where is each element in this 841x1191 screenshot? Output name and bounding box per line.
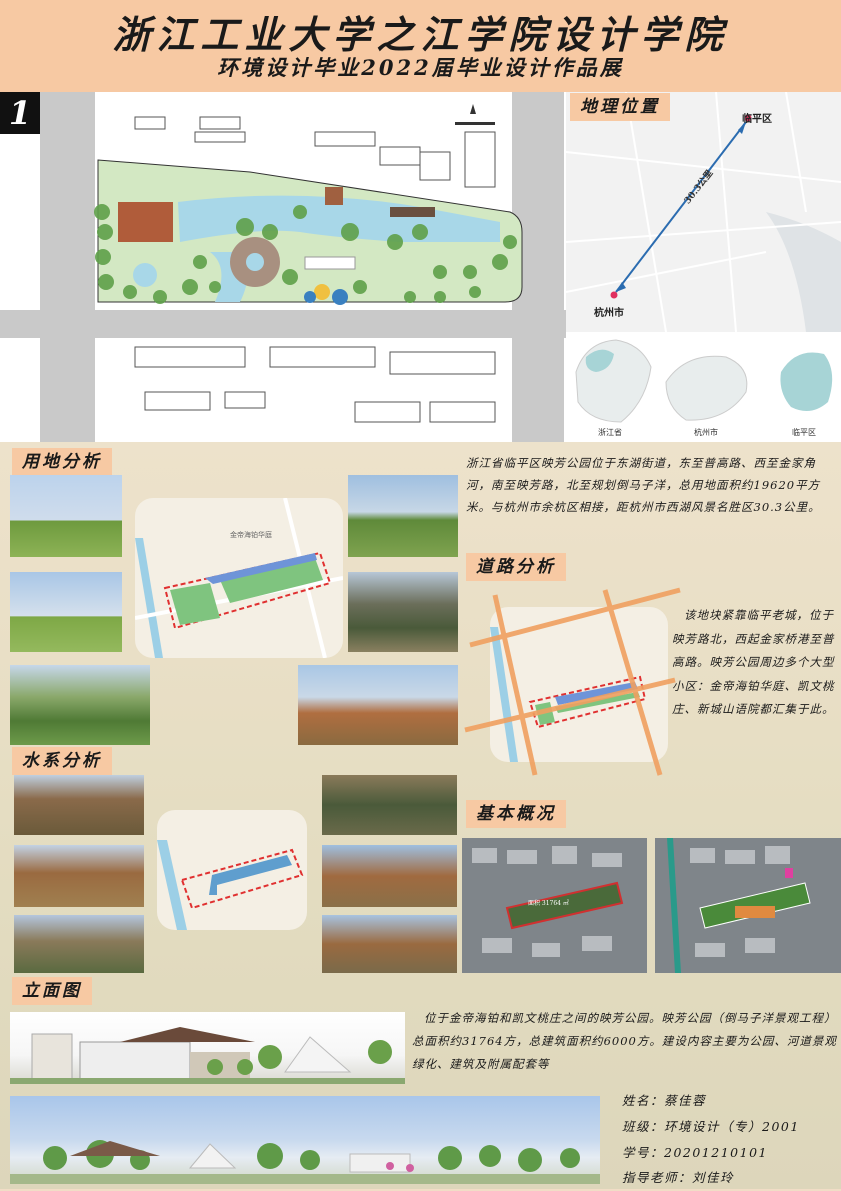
location-map bbox=[565, 91, 841, 333]
road-analysis-text: 该地块紧靠临平老城，位于映芳路北，西起金家桥港至普高路。映芳公园周边多个大型小区… bbox=[672, 608, 835, 716]
elevation-render-1 bbox=[10, 1012, 405, 1084]
land-analysis-map bbox=[135, 498, 343, 658]
region-maps-drawing bbox=[575, 339, 833, 423]
map-label-linping: 临平区 bbox=[742, 114, 772, 125]
section-label-road: 道路分析 bbox=[466, 553, 566, 581]
elevation-render-2 bbox=[10, 1096, 600, 1184]
elevation-drawing-1 bbox=[10, 1027, 405, 1084]
aerial-map-2 bbox=[655, 838, 841, 973]
region-caption-province: 浙江省 bbox=[598, 428, 622, 437]
elevation-drawing-2 bbox=[10, 1140, 600, 1184]
water-photo-1 bbox=[14, 775, 144, 835]
area-tag: 面积 31764 ㎡ bbox=[528, 900, 569, 907]
student-name: 姓名：蔡佳蓉 bbox=[622, 1093, 707, 1108]
region-caption-district: 临平区 bbox=[792, 428, 816, 437]
page-subtitle: 环境设计毕业2022届毕业设计作品展 bbox=[217, 55, 624, 80]
site-photo-6 bbox=[298, 665, 458, 745]
section-label-location: 地理位置 bbox=[570, 93, 670, 121]
section-label-elevation: 立面图 bbox=[12, 977, 92, 1005]
site-photo-5 bbox=[348, 572, 458, 652]
map-label-hangzhou: 杭州市 bbox=[594, 308, 624, 319]
section-label-water: 水系分析 bbox=[12, 747, 112, 775]
land-analysis-text: 浙江省临平区映芳公园位于东湖街道，东至普高路、西至金家角河，南至映芳路，北至规划… bbox=[466, 456, 821, 514]
location-map-drawing bbox=[565, 91, 841, 333]
advisor: 指导老师：刘佳玲 bbox=[622, 1170, 735, 1185]
land-map-drawing bbox=[135, 498, 343, 658]
water-analysis-map bbox=[157, 810, 307, 930]
water-photo-4 bbox=[322, 775, 457, 835]
site-photo-2 bbox=[10, 572, 122, 652]
aerial-drawing-2 bbox=[655, 838, 841, 973]
water-photo-5 bbox=[322, 845, 457, 907]
site-plan-drawing bbox=[0, 92, 566, 442]
water-map-drawing bbox=[157, 840, 304, 930]
water-photo-6 bbox=[322, 915, 457, 973]
elevation-text: 位于金帝海铂和凯文桃庄之间的映芳公园。映芳公园（倒马子洋景观工程）总面积约317… bbox=[412, 1011, 837, 1071]
site-photo-3 bbox=[10, 665, 150, 745]
region-maps bbox=[566, 332, 841, 442]
section-label-land: 用地分析 bbox=[12, 448, 112, 476]
water-photo-3 bbox=[14, 915, 144, 973]
student-id: 学号：20201210101 bbox=[622, 1145, 768, 1160]
site-photo-4 bbox=[348, 475, 458, 557]
site-plan bbox=[0, 92, 566, 442]
student-class: 班级：环境设计（专）2001 bbox=[622, 1119, 800, 1134]
region-caption-city: 杭州市 bbox=[694, 428, 718, 437]
water-photo-2 bbox=[14, 845, 144, 907]
page-title: 浙江工业大学之江学院设计学院 bbox=[112, 12, 729, 57]
panel-number-badge: 1 bbox=[0, 92, 40, 134]
section-label-basic: 基本概况 bbox=[466, 800, 566, 828]
site-photo-1 bbox=[10, 475, 122, 557]
road-arrows bbox=[464, 587, 681, 776]
map-label-community: 金帝海铂华庭 bbox=[230, 531, 272, 539]
